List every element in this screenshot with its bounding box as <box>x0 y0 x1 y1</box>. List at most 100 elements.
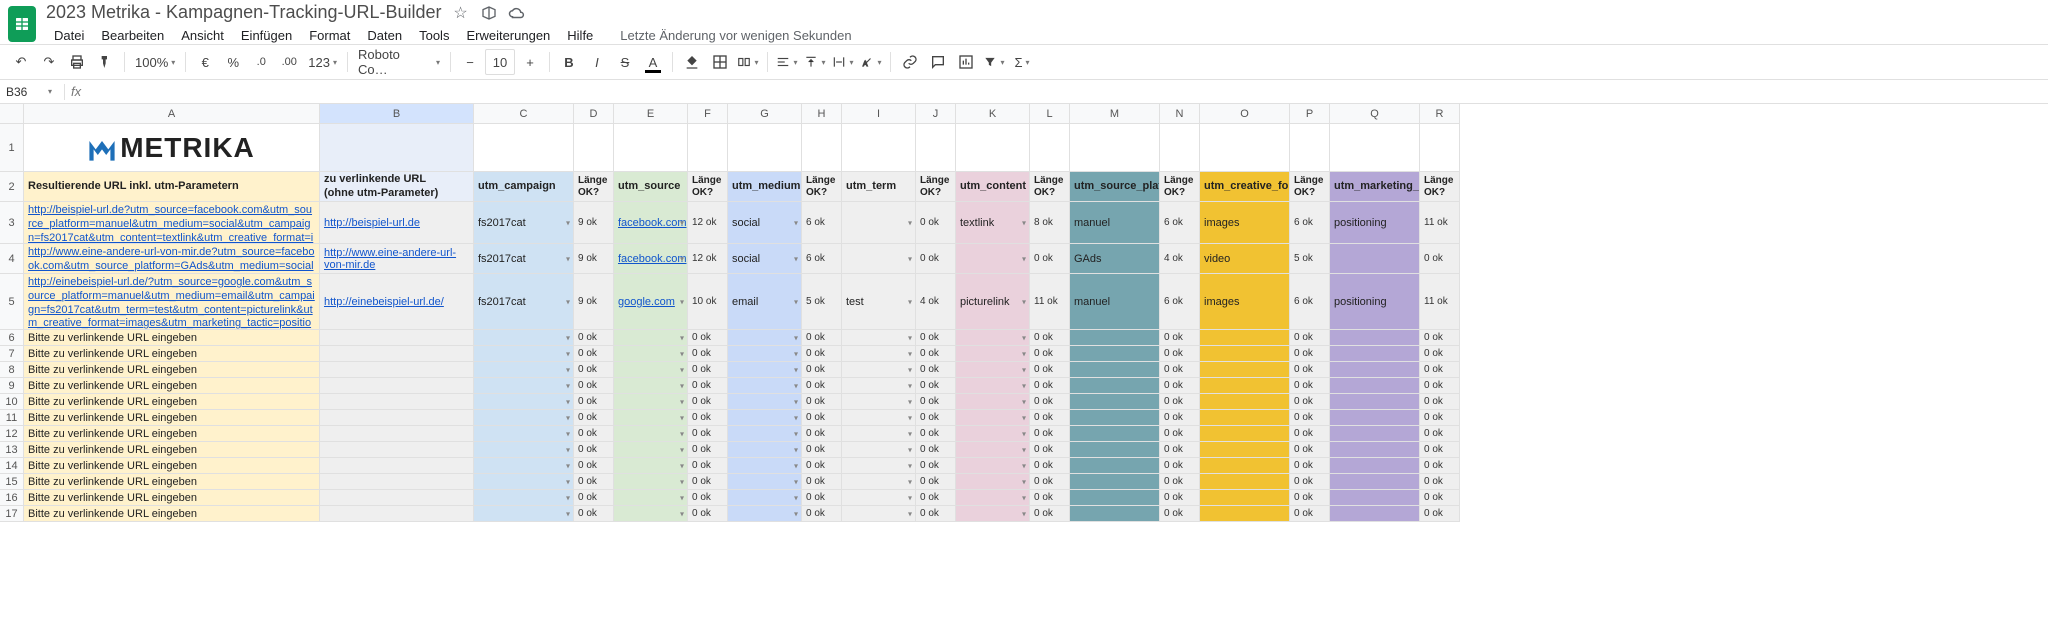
cell-A9[interactable]: Bitte zu verlinkende URL eingeben <box>24 378 320 394</box>
cell-E7[interactable] <box>614 346 688 362</box>
row-header[interactable]: 15 <box>0 474 24 490</box>
cell-M8[interactable] <box>1070 362 1160 378</box>
cell-L17[interactable]: 0 ok <box>1030 506 1070 522</box>
cell-D13[interactable]: 0 ok <box>574 442 614 458</box>
cell-D4[interactable]: 9 ok <box>574 244 614 274</box>
bold-button[interactable]: B <box>556 49 582 75</box>
cell-B12[interactable] <box>320 426 474 442</box>
cell-C6[interactable] <box>474 330 574 346</box>
cell-Q12[interactable] <box>1330 426 1420 442</box>
cell-G15[interactable] <box>728 474 802 490</box>
cell-K10[interactable] <box>956 394 1030 410</box>
cell-R17[interactable]: 0 ok <box>1420 506 1460 522</box>
cell-K6[interactable] <box>956 330 1030 346</box>
text-color-button[interactable]: A <box>640 49 666 75</box>
col-header[interactable]: Q <box>1330 104 1420 124</box>
row-header[interactable]: 5 <box>0 274 24 330</box>
row-header[interactable]: 11 <box>0 410 24 426</box>
menu-format[interactable]: Format <box>301 25 358 46</box>
cell-G8[interactable] <box>728 362 802 378</box>
halign-button[interactable] <box>774 49 800 75</box>
cell-M16[interactable] <box>1070 490 1160 506</box>
cell-E3[interactable]: facebook.com <box>614 202 688 244</box>
cell[interactable] <box>574 124 614 172</box>
cell-E5[interactable]: google.com <box>614 274 688 330</box>
cell-K9[interactable] <box>956 378 1030 394</box>
strike-button[interactable]: S <box>612 49 638 75</box>
cell-A11[interactable]: Bitte zu verlinkende URL eingeben <box>24 410 320 426</box>
cell[interactable] <box>1030 124 1070 172</box>
cell-M3[interactable]: manuel <box>1070 202 1160 244</box>
cell-L13[interactable]: 0 ok <box>1030 442 1070 458</box>
col-header[interactable]: D <box>574 104 614 124</box>
cell[interactable] <box>1070 124 1160 172</box>
cell-G3[interactable]: social <box>728 202 802 244</box>
cell-N9[interactable]: 0 ok <box>1160 378 1200 394</box>
menu-ansicht[interactable]: Ansicht <box>173 25 232 46</box>
sheets-app-icon[interactable] <box>8 6 36 42</box>
cell-L9[interactable]: 0 ok <box>1030 378 1070 394</box>
cell-B6[interactable] <box>320 330 474 346</box>
cell-R7[interactable]: 0 ok <box>1420 346 1460 362</box>
cell-N4[interactable]: 4 ok <box>1160 244 1200 274</box>
cell-E13[interactable] <box>614 442 688 458</box>
cell-E12[interactable] <box>614 426 688 442</box>
borders-button[interactable] <box>707 49 733 75</box>
cell-L11[interactable]: 0 ok <box>1030 410 1070 426</box>
cell-D17[interactable]: 0 ok <box>574 506 614 522</box>
cell-L4[interactable]: 0 ok <box>1030 244 1070 274</box>
cell-K7[interactable] <box>956 346 1030 362</box>
cell-M11[interactable] <box>1070 410 1160 426</box>
cell-F9[interactable]: 0 ok <box>688 378 728 394</box>
row-header[interactable]: 6 <box>0 330 24 346</box>
col-header[interactable]: O <box>1200 104 1290 124</box>
cell-O3[interactable]: images <box>1200 202 1290 244</box>
cell-O16[interactable] <box>1200 490 1290 506</box>
row-header[interactable]: 17 <box>0 506 24 522</box>
valign-button[interactable] <box>802 49 828 75</box>
cell-C10[interactable] <box>474 394 574 410</box>
cell-I16[interactable] <box>842 490 916 506</box>
cell-E14[interactable] <box>614 458 688 474</box>
rotate-button[interactable]: A <box>858 49 884 75</box>
cell-A4[interactable]: http://www.eine-andere-url-von-mir.de?ut… <box>24 244 320 274</box>
cell-B7[interactable] <box>320 346 474 362</box>
cell-H3[interactable]: 6 ok <box>802 202 842 244</box>
cell-Q17[interactable] <box>1330 506 1420 522</box>
cell-J17[interactable]: 0 ok <box>916 506 956 522</box>
cell-J12[interactable]: 0 ok <box>916 426 956 442</box>
cell-H9[interactable]: 0 ok <box>802 378 842 394</box>
cell-B4[interactable]: http://www.eine-andere-url-von-mir.de <box>320 244 474 274</box>
cell-N12[interactable]: 0 ok <box>1160 426 1200 442</box>
redo-button[interactable]: ↷ <box>36 49 62 75</box>
cell[interactable] <box>842 124 916 172</box>
cell-A12[interactable]: Bitte zu verlinkende URL eingeben <box>24 426 320 442</box>
paint-format-button[interactable] <box>92 49 118 75</box>
cell-A13[interactable]: Bitte zu verlinkende URL eingeben <box>24 442 320 458</box>
cell-P7[interactable]: 0 ok <box>1290 346 1330 362</box>
cell-N3[interactable]: 6 ok <box>1160 202 1200 244</box>
cell-P17[interactable]: 0 ok <box>1290 506 1330 522</box>
cell-D11[interactable]: 0 ok <box>574 410 614 426</box>
cell-Q9[interactable] <box>1330 378 1420 394</box>
cell-B17[interactable] <box>320 506 474 522</box>
cell-G17[interactable] <box>728 506 802 522</box>
cell-M6[interactable] <box>1070 330 1160 346</box>
font-select[interactable]: Roboto Co… <box>354 49 444 75</box>
cell-N13[interactable]: 0 ok <box>1160 442 1200 458</box>
cell-R12[interactable]: 0 ok <box>1420 426 1460 442</box>
cell-K3[interactable]: textlink <box>956 202 1030 244</box>
cell-B8[interactable] <box>320 362 474 378</box>
cell-G7[interactable] <box>728 346 802 362</box>
cell-J5[interactable]: 4 ok <box>916 274 956 330</box>
cell-F3[interactable]: 12 ok <box>688 202 728 244</box>
last-edit-text[interactable]: Letzte Änderung vor wenigen Sekunden <box>612 25 859 46</box>
cell-D6[interactable]: 0 ok <box>574 330 614 346</box>
merge-button[interactable] <box>735 49 761 75</box>
cell-R6[interactable]: 0 ok <box>1420 330 1460 346</box>
cell-Q8[interactable] <box>1330 362 1420 378</box>
cell-J14[interactable]: 0 ok <box>916 458 956 474</box>
cell-J11[interactable]: 0 ok <box>916 410 956 426</box>
cell-I12[interactable] <box>842 426 916 442</box>
cell-I6[interactable] <box>842 330 916 346</box>
